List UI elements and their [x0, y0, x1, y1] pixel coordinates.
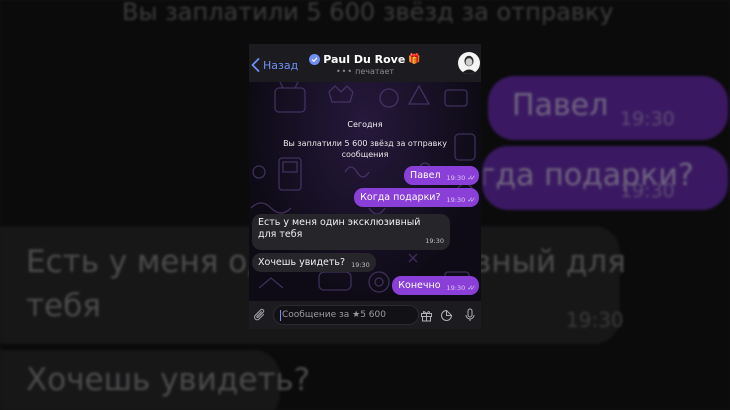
chat-title-area[interactable]: Paul Du Rove 🎁 ••• печатает	[309, 53, 421, 76]
message-input[interactable]: Сообщение за ★5 600	[273, 305, 419, 325]
message-bubble-outgoing[interactable]: Когда подарки? 19:30 ✓✓	[354, 188, 479, 207]
back-button[interactable]: Назад	[251, 57, 298, 73]
text-caret	[280, 309, 281, 321]
message-text: Когда подарки?	[360, 191, 441, 203]
message-text: Павел	[410, 169, 441, 181]
message-meta: 19:30 ✓✓	[446, 194, 476, 206]
message-placeholder: Сообщение за ★5 600	[282, 310, 386, 320]
message-text: Есть у меня один эксклюзивный для тебя	[258, 217, 421, 240]
double-check-icon: ✓✓	[467, 195, 476, 204]
message-bubble-outgoing[interactable]: Конечно 19:30 ✓✓	[392, 276, 479, 295]
message-meta: 19:30 ✓✓	[446, 282, 476, 294]
voice-button[interactable]	[462, 307, 478, 323]
paperclip-icon	[254, 308, 265, 321]
telegram-chat-screen: Назад Paul Du Rove 🎁 ••• печатает Сегодн…	[249, 44, 481, 329]
gift-emoji-icon: 🎁	[408, 54, 421, 65]
message-time: 19:30	[351, 260, 370, 269]
message-input-bar: Сообщение за ★5 600	[249, 301, 481, 329]
message-time: 19:30	[425, 237, 444, 245]
avatar[interactable]	[458, 52, 480, 74]
microphone-icon	[465, 308, 475, 321]
chat-title: Paul Du Rove 🎁	[309, 53, 421, 66]
chevron-left-icon	[251, 58, 260, 72]
date-separator: Сегодня	[347, 120, 383, 129]
sticker-button[interactable]	[438, 307, 454, 323]
contact-name: Paul Du Rove	[323, 53, 406, 66]
sticker-icon	[440, 309, 452, 321]
attach-button[interactable]	[252, 307, 268, 323]
gift-button[interactable]	[418, 307, 434, 323]
message-text: Конечно	[398, 279, 441, 291]
message-bubble-outgoing[interactable]: Павел 19:30 ✓✓	[404, 166, 479, 185]
status-text: печатает	[355, 67, 395, 76]
chat-header: Назад Paul Du Rove 🎁 ••• печатает	[249, 44, 481, 82]
gift-icon	[420, 310, 432, 321]
service-message: Вы заплатили 5 600 звёзд за отправку соо…	[283, 139, 447, 159]
double-check-icon: ✓✓	[467, 173, 476, 182]
message-time: 19:30	[446, 195, 466, 204]
message-list[interactable]: Сегодня Вы заплатили 5 600 звёзд за отпр…	[249, 82, 481, 301]
message-bubble-incoming[interactable]: Есть у меня один эксклюзивный для тебя 1…	[252, 214, 450, 250]
message-meta: 19:30 ✓✓	[446, 172, 476, 184]
message-time: 19:30	[446, 173, 466, 182]
message-text: Хочешь увидеть?	[258, 256, 346, 268]
message-bubble-incoming[interactable]: Хочешь увидеть? 19:30	[252, 253, 376, 272]
double-check-icon: ✓✓	[467, 283, 476, 292]
message-time: 19:30	[446, 283, 466, 292]
verified-badge-icon	[309, 54, 321, 65]
typing-dots-icon: •••	[335, 67, 354, 76]
typing-status: ••• печатает	[309, 67, 421, 76]
back-label: Назад	[263, 58, 299, 72]
